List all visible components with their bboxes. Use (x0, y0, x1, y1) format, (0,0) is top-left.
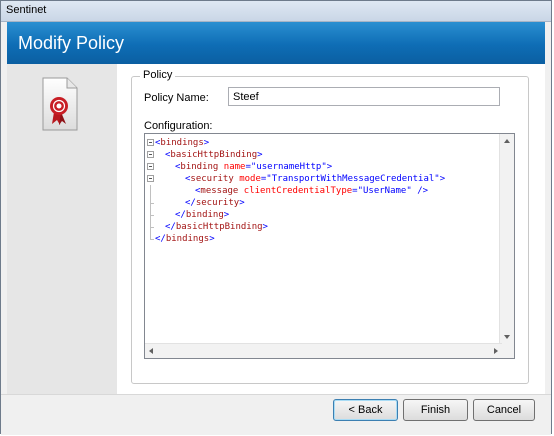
code-line: <security mode="TransportWithMessageCred… (185, 173, 445, 185)
code-line: </bindings> (155, 233, 215, 245)
fold-end-marker (150, 239, 154, 240)
side-panel (7, 64, 117, 394)
code-token: binding (180, 162, 219, 172)
policy-name-input[interactable] (228, 87, 500, 106)
code-token: binding (185, 210, 224, 220)
header-banner: Modify Policy (7, 22, 545, 64)
window-title: Sentinet (6, 4, 47, 16)
fold-end-marker (150, 215, 154, 216)
code-line: <binding name="usernameHttp"> (175, 161, 332, 173)
code-token: </ (185, 198, 196, 208)
code-line: </basicHttpBinding> (165, 221, 268, 233)
code-line: </binding> (175, 209, 229, 221)
code-token: " /> (406, 186, 429, 196)
code-token: =" (260, 174, 272, 184)
fold-end-marker (150, 227, 154, 228)
page-title: Modify Policy (18, 33, 125, 53)
code-token: security (190, 174, 234, 184)
code-token: > (223, 210, 230, 220)
scroll-up-arrow[interactable] (504, 139, 510, 143)
policy-name-label: Policy Name: (144, 92, 209, 104)
code-token: bindings (165, 234, 210, 244)
code-token: =" (352, 186, 363, 196)
fold-toggle[interactable] (147, 151, 154, 158)
code-token: "> (434, 174, 446, 184)
code-token: usernameHttp (256, 162, 322, 172)
horizontal-scrollbar[interactable] (145, 343, 502, 358)
policy-document-icon (42, 77, 78, 131)
group-legend: Policy (140, 69, 176, 81)
vertical-scrollbar[interactable] (499, 134, 514, 344)
code-token: mode (239, 174, 261, 184)
button-bar (1, 394, 551, 435)
code-token: name (223, 162, 246, 172)
fold-guide (150, 185, 151, 239)
code-token: > (262, 222, 268, 232)
code-token: > (209, 234, 215, 244)
code-token: message (200, 186, 239, 196)
code-token: </ (175, 210, 186, 220)
code-line: <bindings> (155, 137, 209, 149)
code-token: =" (245, 162, 257, 172)
fold-end-marker (150, 203, 154, 204)
code-token: basicHttpBinding (170, 150, 258, 160)
code-token: > (203, 138, 210, 148)
fold-toggle[interactable] (147, 175, 154, 182)
code-token: "> (321, 162, 333, 172)
wizard-window: Sentinet Modify Policy Policy Policy Nam (0, 0, 552, 435)
code-token: clientCredentialType (243, 186, 353, 196)
configuration-editor[interactable]: <bindings> <basicHttpBinding> <binding nam… (144, 133, 515, 359)
code-token: > (257, 150, 263, 160)
back-button[interactable]: < Back (333, 399, 398, 421)
cancel-button[interactable]: Cancel (473, 399, 535, 421)
code-token: > (239, 198, 245, 208)
scroll-right-arrow[interactable] (494, 348, 498, 354)
code-token: UserName (363, 186, 407, 196)
fold-toggle[interactable] (147, 163, 154, 170)
code-line: </security> (185, 197, 245, 209)
code-token: basicHttpBinding (175, 222, 263, 232)
scroll-down-arrow[interactable] (504, 335, 510, 339)
finish-button[interactable]: Finish (403, 399, 468, 421)
title-bar[interactable]: Sentinet (1, 1, 551, 22)
code-token: </ (165, 222, 176, 232)
fold-toggle[interactable] (147, 139, 154, 146)
scroll-left-arrow[interactable] (149, 348, 153, 354)
code-token: </ (155, 234, 166, 244)
scrollbar-corner (500, 344, 514, 358)
code-line: <basicHttpBinding> (165, 149, 263, 161)
code-token: bindings (160, 138, 204, 148)
code-line: <message clientCredentialType="UserName"… (195, 185, 428, 197)
code-token: security (195, 198, 240, 208)
configuration-label: Configuration: (144, 120, 213, 132)
code-token: TransportWithMessageCredential (271, 174, 435, 184)
xml-code-area[interactable]: <bindings> <basicHttpBinding> <binding nam… (145, 134, 502, 342)
